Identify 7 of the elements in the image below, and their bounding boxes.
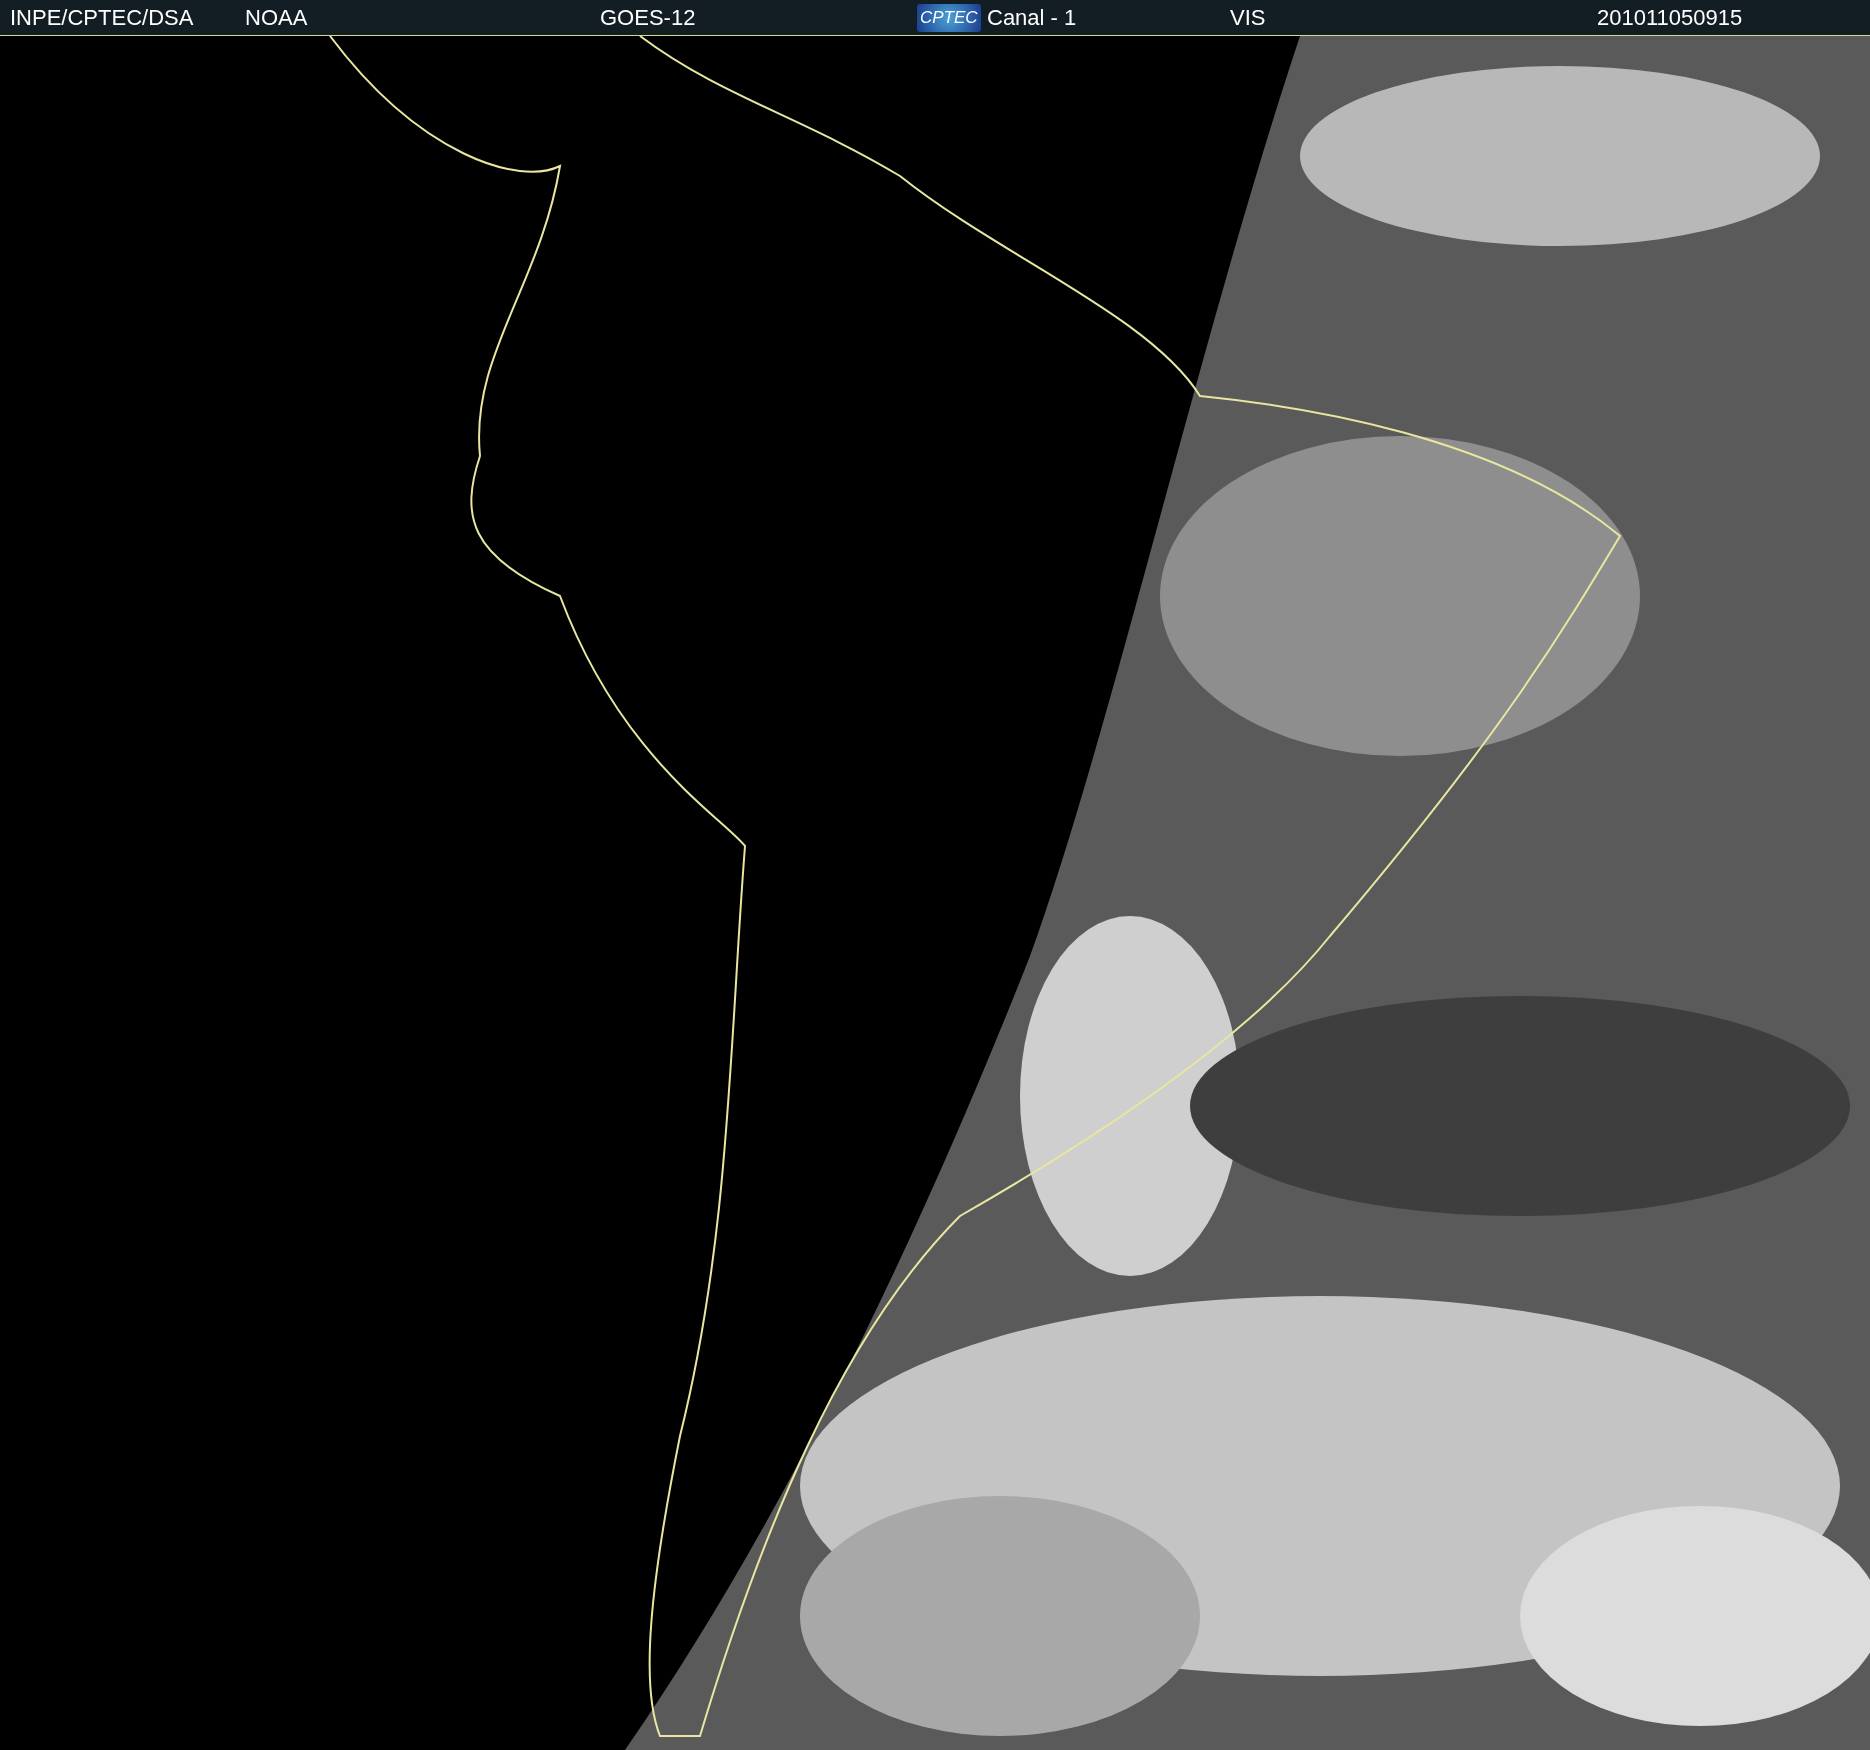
source-label: INPE/CPTEC/DSA (10, 4, 194, 31)
channel-label: Canal - 1 (987, 4, 1077, 31)
timestamp-label: 201011050915 (1597, 4, 1743, 31)
band-label: VIS (1230, 4, 1266, 31)
satellite-label: GOES-12 (600, 4, 696, 31)
agency-label: NOAA (245, 4, 308, 31)
cptec-logo: CPTEC (917, 3, 981, 32)
